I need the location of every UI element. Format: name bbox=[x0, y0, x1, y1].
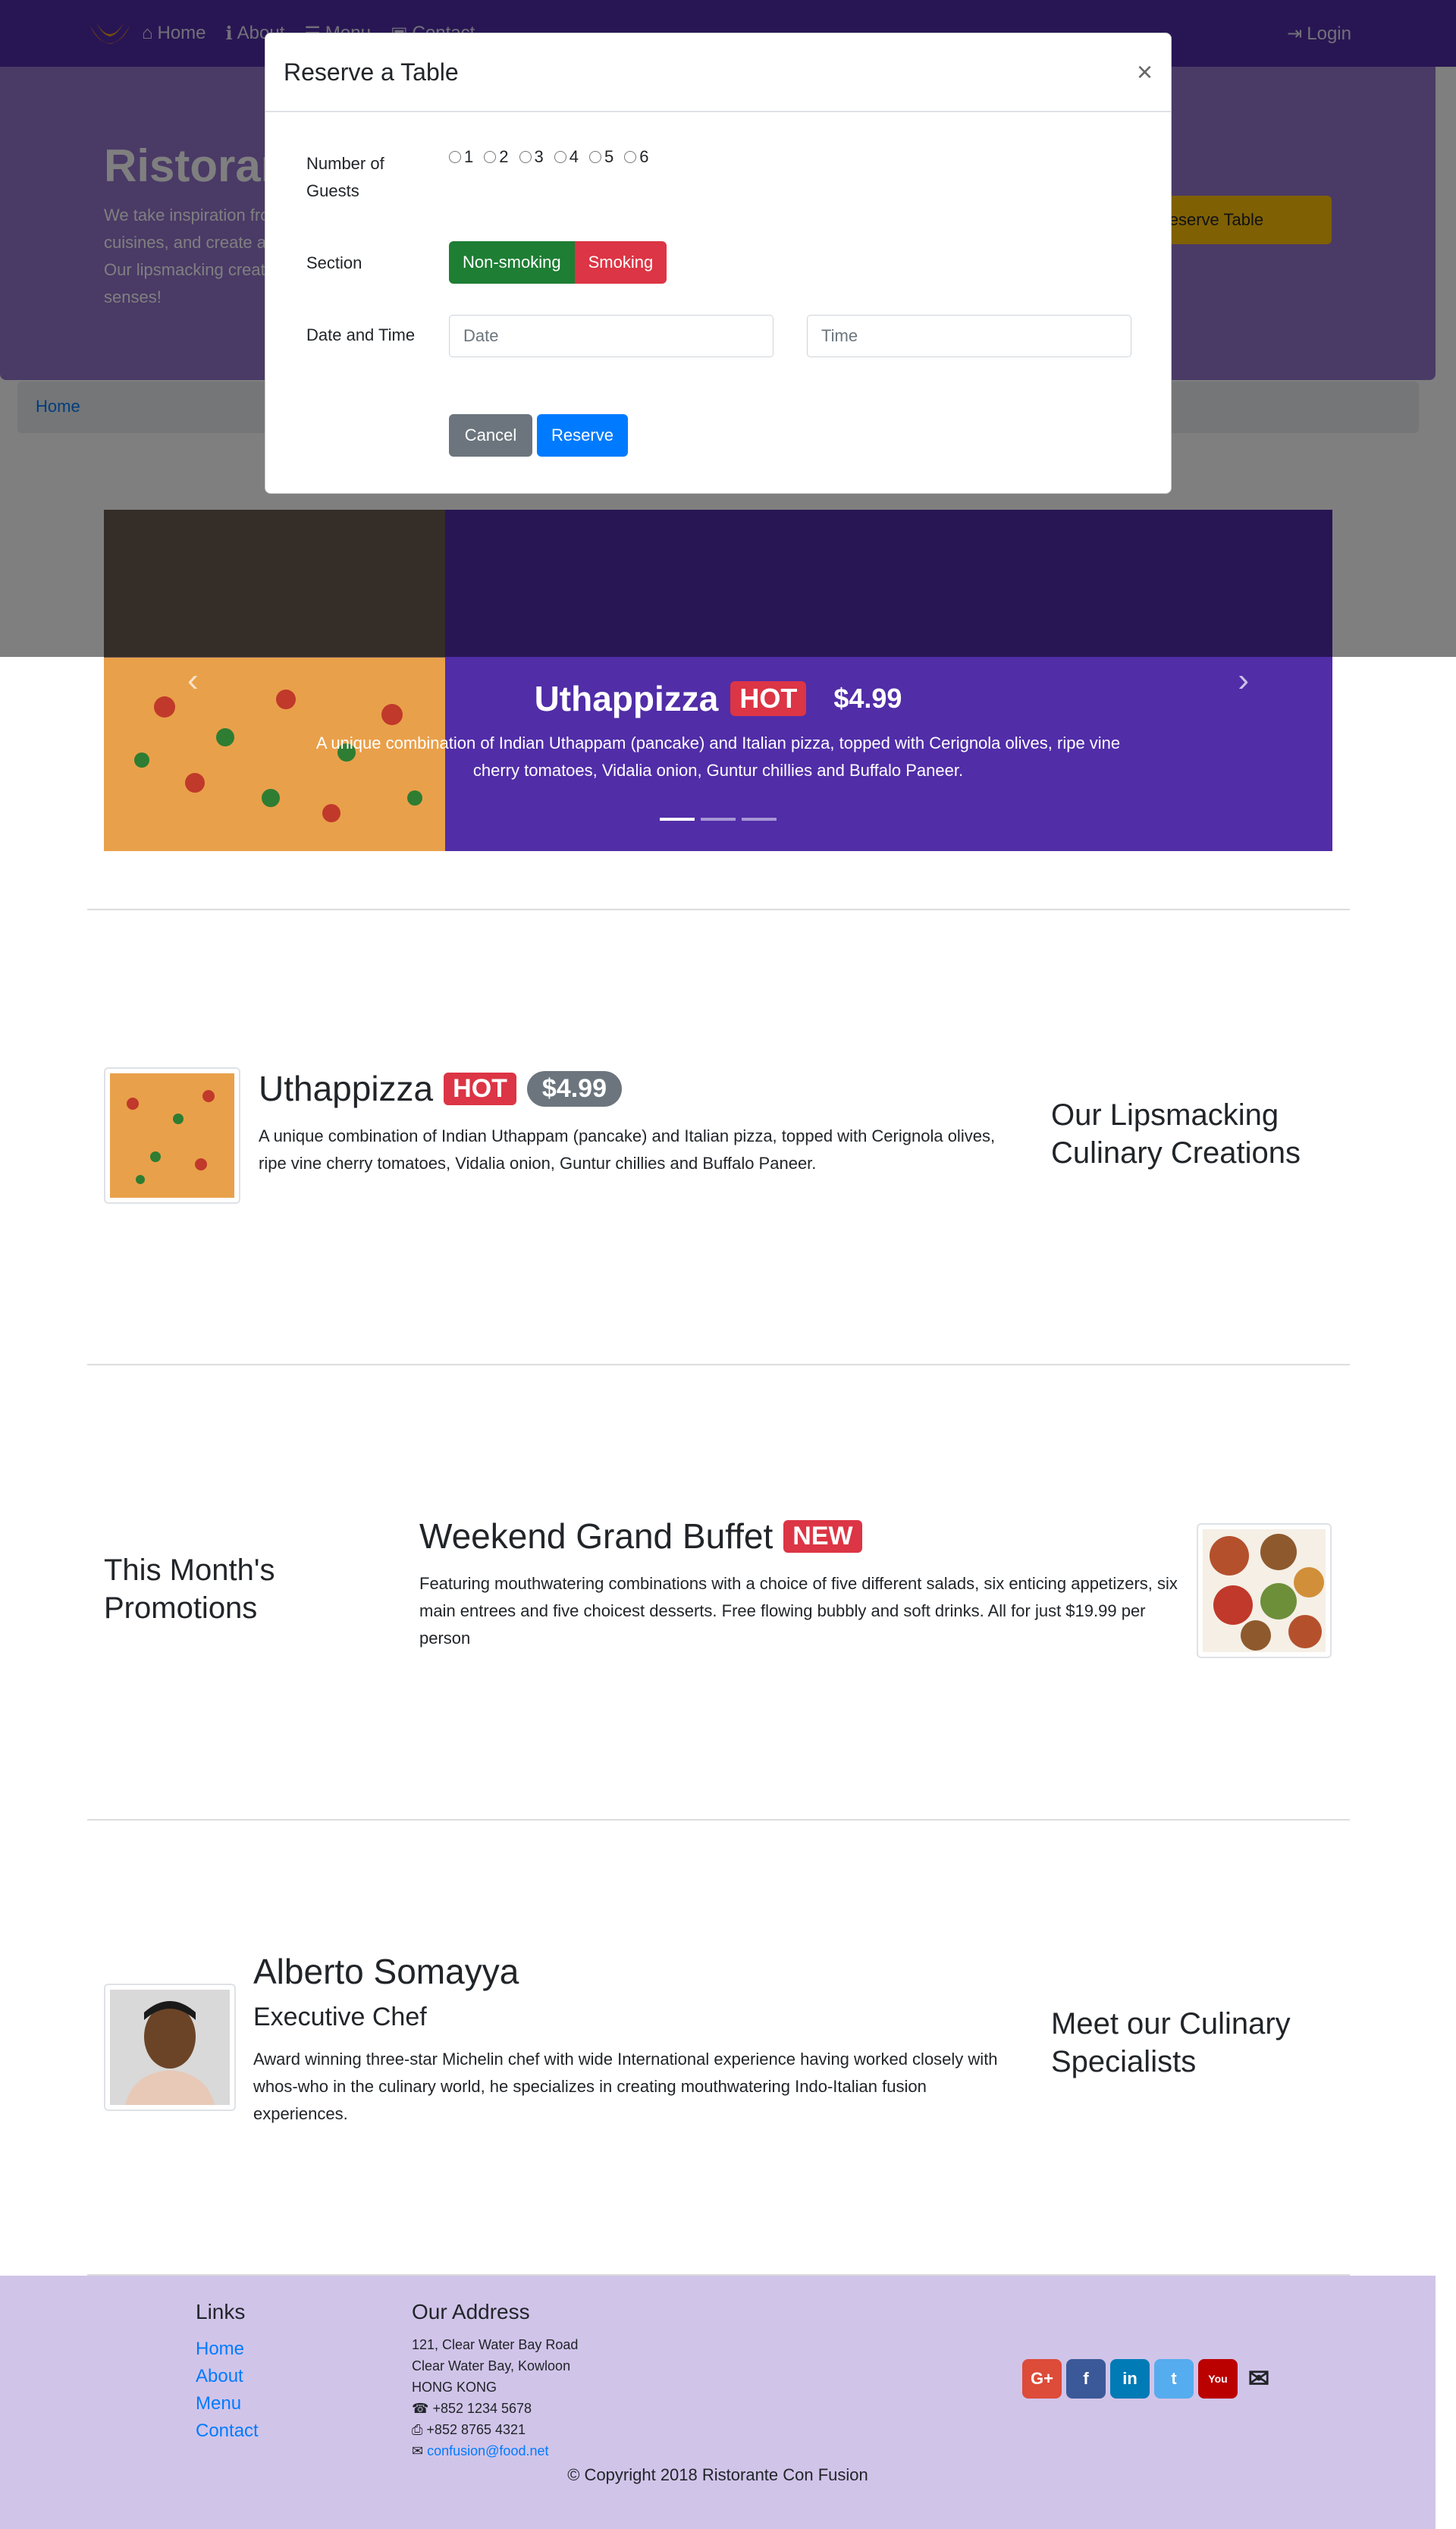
cancel-button[interactable]: Cancel bbox=[449, 414, 532, 457]
divider bbox=[87, 1819, 1350, 1821]
envelope-icon: ✉ bbox=[412, 2443, 424, 2458]
radio-circle-icon bbox=[589, 151, 601, 163]
youtube-icon[interactable]: You bbox=[1198, 2359, 1238, 2399]
dish-side-heading: Our Lipsmacking Culinary Creations bbox=[1051, 1098, 1301, 1170]
modal-title: Reserve a Table bbox=[284, 58, 459, 86]
carousel-description: A unique combination of Indian Uthappam … bbox=[315, 734, 1121, 780]
leader-description: Award winning three-star Michelin chef w… bbox=[253, 2050, 998, 2123]
address-line: Clear Water Bay, Kowloon bbox=[412, 2358, 571, 2373]
email-link[interactable]: confusion@food.net bbox=[427, 2443, 548, 2458]
social-links: G+ f in t You ✉ bbox=[1022, 2359, 1276, 2399]
date-input[interactable]: Date bbox=[449, 315, 774, 357]
section-toggle: Non-smoking Smoking bbox=[449, 241, 667, 284]
non-smoking-button[interactable]: Non-smoking bbox=[449, 241, 575, 284]
linkedin-icon[interactable]: in bbox=[1110, 2359, 1150, 2399]
address-line: HONG KONG bbox=[412, 2380, 497, 2395]
guests-radio-group: 1 2 3 4 5 6 bbox=[449, 147, 649, 167]
uthappizza-thumbnail-image bbox=[110, 1073, 234, 1198]
guests-radio-4[interactable]: 4 bbox=[554, 147, 579, 167]
promotion-title-row: Weekend Grand Buffet NEW bbox=[419, 1516, 862, 1557]
fax-number: +852 8765 4321 bbox=[426, 2422, 526, 2437]
time-input[interactable]: Time bbox=[807, 315, 1131, 357]
price-badge: $4.99 bbox=[526, 1070, 623, 1107]
phone-number: +852 1234 5678 bbox=[432, 2401, 532, 2416]
datetime-label: Date and Time bbox=[306, 325, 416, 344]
copyright: © Copyright 2018 Ristorante Con Fusion bbox=[567, 2465, 868, 2484]
promotion-side-heading: This Month's Promotions bbox=[104, 1554, 275, 1625]
carousel-price: $4.99 bbox=[833, 683, 902, 714]
radio-circle-icon bbox=[484, 151, 497, 163]
radio-circle-icon bbox=[624, 151, 637, 163]
radio-circle-icon bbox=[449, 151, 461, 163]
promotion-description: Featuring mouthwatering combinations wit… bbox=[419, 1574, 1178, 1648]
leader-thumbnail bbox=[104, 1984, 236, 2111]
carousel-indicator[interactable] bbox=[660, 818, 695, 821]
phone-icon: ☎ bbox=[412, 2401, 429, 2416]
divider bbox=[87, 909, 1350, 910]
new-badge: NEW bbox=[783, 1519, 862, 1553]
footer-address: 121, Clear Water Bay Road Clear Water Ba… bbox=[412, 2334, 578, 2461]
modal-header: Reserve a Table × bbox=[265, 33, 1171, 112]
carousel-indicator[interactable] bbox=[701, 818, 736, 821]
promotion-thumbnail bbox=[1197, 1523, 1332, 1658]
carousel-indicators bbox=[104, 818, 1332, 821]
chef-portrait-image bbox=[110, 1990, 230, 2105]
fax-icon: ⎙ bbox=[412, 2422, 423, 2437]
dish-title: Uthappizza bbox=[259, 1069, 434, 1108]
reserve-button[interactable]: Reserve bbox=[537, 414, 628, 457]
dish-thumbnail bbox=[104, 1067, 240, 1204]
google-plus-icon[interactable]: G+ bbox=[1022, 2359, 1062, 2399]
footer-link-contact[interactable]: Contact bbox=[196, 2421, 259, 2442]
footer-links-heading: Links bbox=[196, 2300, 246, 2323]
carousel-next-icon[interactable]: › bbox=[1238, 661, 1249, 699]
reserve-modal: Reserve a Table × Number of Guests 1 2 3… bbox=[265, 33, 1172, 494]
radio-circle-icon bbox=[519, 151, 532, 163]
section-label: Section bbox=[306, 253, 362, 272]
guests-radio-1[interactable]: 1 bbox=[449, 147, 473, 167]
guests-label: Number of Guests bbox=[306, 154, 384, 200]
address-line: 121, Clear Water Bay Road bbox=[412, 2337, 579, 2352]
divider bbox=[87, 1364, 1350, 1365]
smoking-button[interactable]: Smoking bbox=[574, 241, 667, 284]
buffet-image bbox=[1203, 1529, 1326, 1652]
guests-radio-5[interactable]: 5 bbox=[589, 147, 613, 167]
leader-side-heading: Meet our Culinary Specialists bbox=[1051, 2007, 1291, 2078]
guests-radio-2[interactable]: 2 bbox=[484, 147, 509, 167]
dish-title-row: Uthappizza HOT $4.99 bbox=[259, 1068, 623, 1109]
footer-link-home[interactable]: Home bbox=[196, 2339, 244, 2360]
footer-link-menu[interactable]: Menu bbox=[196, 2393, 241, 2414]
radio-circle-icon bbox=[554, 151, 566, 163]
mail-icon[interactable]: ✉ bbox=[1242, 2359, 1276, 2399]
carousel-indicator[interactable] bbox=[742, 818, 777, 821]
dish-description: A unique combination of Indian Uthappam … bbox=[259, 1126, 996, 1173]
leader-name: Alberto Somayya bbox=[253, 1952, 519, 1991]
carousel-title: Uthappizza bbox=[534, 679, 719, 718]
leader-role: Executive Chef bbox=[253, 2003, 427, 2031]
close-icon[interactable]: × bbox=[1137, 56, 1153, 88]
twitter-icon[interactable]: t bbox=[1154, 2359, 1194, 2399]
footer-link-about[interactable]: About bbox=[196, 2366, 243, 2387]
carousel-prev-icon[interactable]: ‹ bbox=[187, 661, 199, 699]
hot-badge: HOT bbox=[730, 681, 807, 716]
footer-address-heading: Our Address bbox=[412, 2300, 530, 2323]
guests-radio-3[interactable]: 3 bbox=[519, 147, 544, 167]
promotion-title: Weekend Grand Buffet bbox=[419, 1516, 774, 1556]
hot-badge: HOT bbox=[444, 1072, 516, 1105]
carousel-caption: Uthappizza HOT $4.99 A unique combinatio… bbox=[104, 678, 1332, 784]
guests-radio-6[interactable]: 6 bbox=[624, 147, 649, 167]
facebook-icon[interactable]: f bbox=[1066, 2359, 1106, 2399]
